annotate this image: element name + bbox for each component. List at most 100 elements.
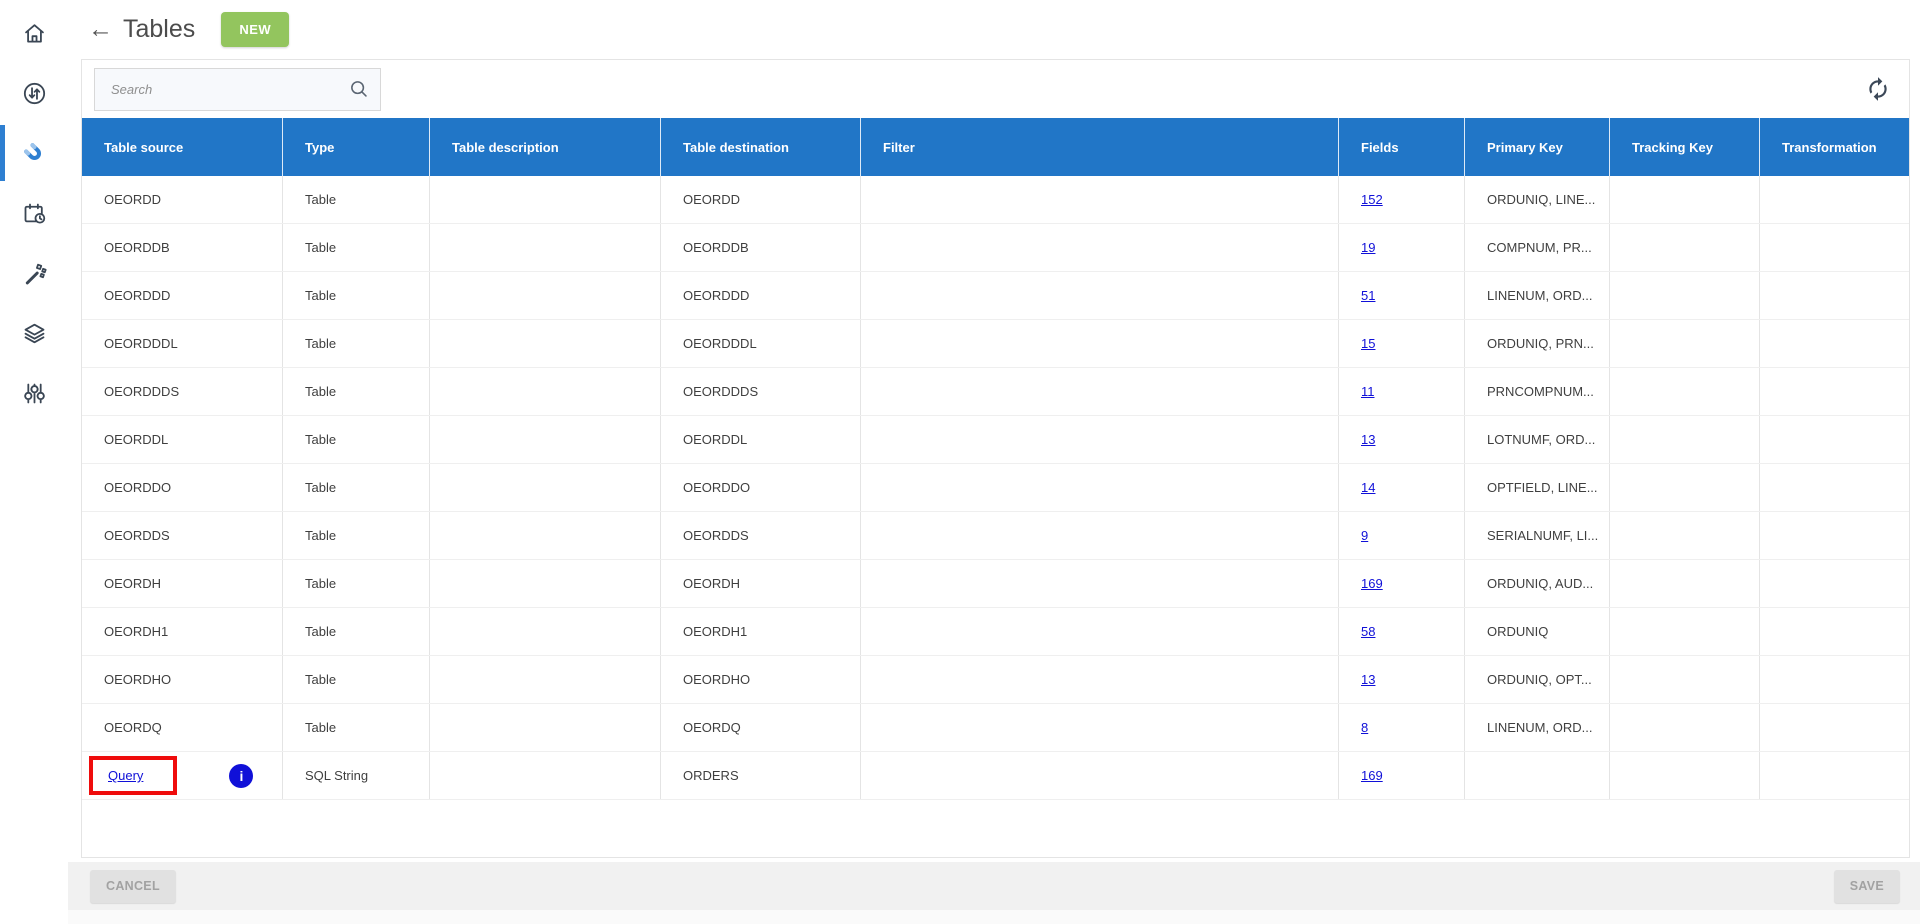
fields-count-link[interactable]: 51 — [1361, 288, 1375, 303]
table-row: OEORDDLTableOEORDDL13LOTNUMF, ORD... — [82, 416, 1909, 464]
table-source-text: OEORDDB — [104, 240, 170, 255]
cancel-button[interactable]: CANCEL — [90, 870, 176, 903]
table-source-link[interactable]: Query — [108, 768, 143, 783]
cell-filter — [860, 464, 1338, 511]
cell-description — [429, 224, 660, 271]
fields-count-link[interactable]: 169 — [1361, 576, 1383, 591]
sidebar-item-tables-active[interactable] — [0, 128, 68, 178]
cell-type: Table — [282, 416, 429, 463]
table-row: OEORDHOTableOEORDHO13ORDUNIQ, OPT... — [82, 656, 1909, 704]
table-row: OEORDDDTableOEORDDD51LINENUM, ORD... — [82, 272, 1909, 320]
table-row: OEORDDBTableOEORDDB19COMPNUM, PR... — [82, 224, 1909, 272]
cell-transformation — [1759, 320, 1909, 367]
cell-type: Table — [282, 176, 429, 223]
sidebar-item-transform[interactable] — [0, 248, 68, 298]
fields-count-link[interactable]: 8 — [1361, 720, 1368, 735]
cell-primary-key: ORDUNIQ, LINE... — [1464, 176, 1609, 223]
cell-primary-key: ORDUNIQ — [1464, 608, 1609, 655]
cell-fields: 13 — [1338, 416, 1464, 463]
cell-filter — [860, 512, 1338, 559]
cell-primary-key: LINENUM, ORD... — [1464, 272, 1609, 319]
sidebar-item-schedule[interactable] — [0, 188, 68, 238]
column-header: Table destination — [660, 118, 860, 176]
table-source-text: OEORDDDL — [104, 336, 178, 351]
column-header: Filter — [860, 118, 1338, 176]
cell-primary-key: COMPNUM, PR... — [1464, 224, 1609, 271]
column-header: Fields — [1338, 118, 1464, 176]
cell-fields: 51 — [1338, 272, 1464, 319]
cell-tracking-key — [1609, 320, 1759, 367]
cell-type: Table — [282, 272, 429, 319]
cell-filter — [860, 320, 1338, 367]
cell-destination: OEORDDO — [660, 464, 860, 511]
save-button[interactable]: SAVE — [1834, 870, 1900, 903]
sidebar-item-sync[interactable] — [0, 68, 68, 118]
cell-destination: OEORDDD — [660, 272, 860, 319]
cell-transformation — [1759, 512, 1909, 559]
cell-destination: OEORDDL — [660, 416, 860, 463]
cell-transformation — [1759, 416, 1909, 463]
fields-count-link[interactable]: 169 — [1361, 768, 1383, 783]
back-arrow-icon[interactable]: ← — [88, 17, 113, 42]
table-source-text: OEORDDL — [104, 432, 168, 447]
refresh-button[interactable] — [1865, 76, 1891, 102]
fields-count-link[interactable]: 13 — [1361, 432, 1375, 447]
cell-description — [429, 272, 660, 319]
cell-filter — [860, 704, 1338, 751]
cell-tracking-key — [1609, 368, 1759, 415]
cell-type: Table — [282, 704, 429, 751]
cell-destination: OEORDD — [660, 176, 860, 223]
fields-count-link[interactable]: 58 — [1361, 624, 1375, 639]
fields-count-link[interactable]: 15 — [1361, 336, 1375, 351]
search-box — [94, 68, 381, 111]
sidebar-item-settings[interactable] — [0, 368, 68, 418]
cell-destination: OEORDDDL — [660, 320, 860, 367]
magnet-icon — [21, 140, 48, 167]
info-icon[interactable]: i — [229, 764, 253, 788]
table-body: OEORDD Table OEORDD 152 ORDUNIQ, LINE... OEOR… — [82, 176, 1909, 800]
table-header-row: Table sourceTypeTable descriptionTable d… — [82, 118, 1909, 176]
cell-filter — [860, 608, 1338, 655]
cell-tracking-key — [1609, 416, 1759, 463]
fields-count-link[interactable]: 11 — [1361, 384, 1375, 399]
fields-count-link[interactable]: 14 — [1361, 480, 1375, 495]
cell-table-source: OEORDDB — [82, 224, 282, 271]
sliders-icon — [21, 380, 48, 407]
cell-filter — [860, 368, 1338, 415]
tables-grid: Table sourceTypeTable descriptionTable d… — [82, 118, 1909, 800]
search-icon[interactable] — [348, 78, 370, 100]
cell-table-source: OEORDHO — [82, 656, 282, 703]
cell-tracking-key — [1609, 224, 1759, 271]
new-button[interactable]: NEW — [221, 12, 289, 47]
cell-transformation — [1759, 752, 1909, 799]
cell-table-source: OEORDDL — [82, 416, 282, 463]
cell-primary-key: ORDUNIQ, OPT... — [1464, 656, 1609, 703]
search-input[interactable] — [109, 81, 348, 98]
page-title: ← Tables — [88, 15, 195, 44]
cell-tracking-key — [1609, 176, 1759, 223]
cell-description — [429, 608, 660, 655]
sidebar-item-home[interactable] — [0, 8, 68, 58]
table-row: OEORDH1TableOEORDH158ORDUNIQ — [82, 608, 1909, 656]
cell-table-source: OEORDDDL — [82, 320, 282, 367]
cell-fields: 11 — [1338, 368, 1464, 415]
cell-destination: OEORDH1 — [660, 608, 860, 655]
cell-description — [429, 176, 660, 223]
cell-filter — [860, 224, 1338, 271]
cell-transformation — [1759, 656, 1909, 703]
cell-description — [429, 368, 660, 415]
table-source-text: OEORDDS — [104, 528, 170, 543]
cell-filter — [860, 752, 1338, 799]
table-source-text: OEORDD — [104, 192, 161, 207]
cell-primary-key: SERIALNUMF, LI... — [1464, 512, 1609, 559]
home-icon — [21, 20, 48, 47]
fields-count-link[interactable]: 13 — [1361, 672, 1375, 687]
sidebar-item-layers[interactable] — [0, 308, 68, 358]
cell-fields: 169 — [1338, 752, 1464, 799]
magic-wand-icon — [21, 260, 48, 287]
fields-count-link[interactable]: 152 — [1361, 192, 1383, 207]
cell-filter — [860, 560, 1338, 607]
fields-count-link[interactable]: 19 — [1361, 240, 1375, 255]
fields-count-link[interactable]: 9 — [1361, 528, 1368, 543]
cell-description — [429, 320, 660, 367]
